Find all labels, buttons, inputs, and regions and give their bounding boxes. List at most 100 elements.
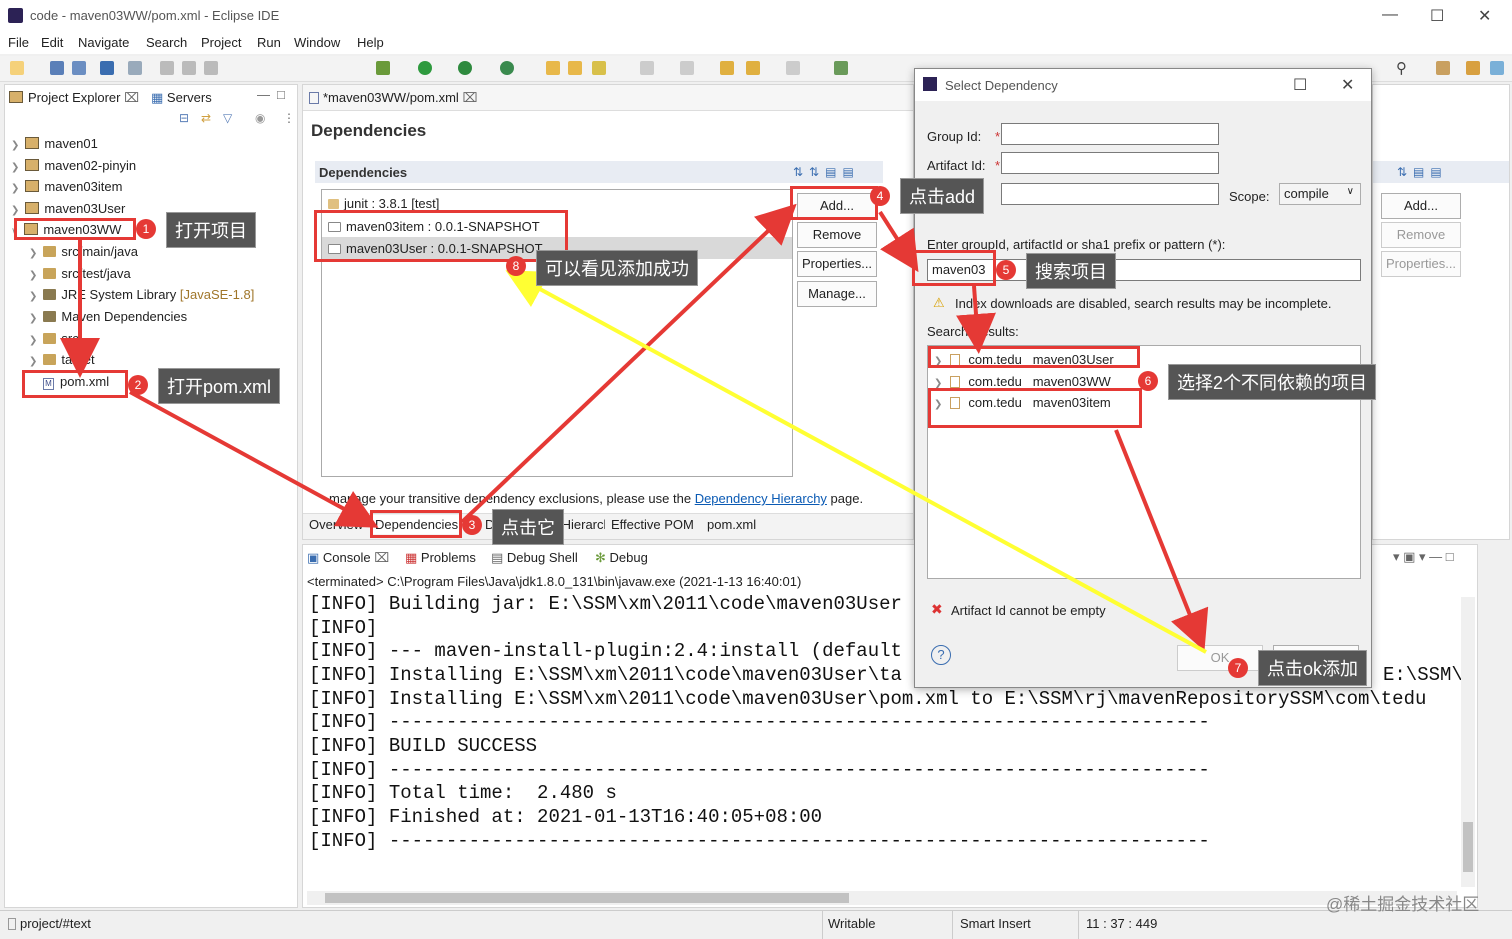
tree-item-src-main[interactable]: ❯ src/main/java: [29, 244, 138, 259]
menu-search[interactable]: Search: [146, 35, 187, 50]
console-line: [INFO] ---------------------------------…: [309, 711, 1210, 733]
tab-servers[interactable]: ▦ Servers: [151, 90, 212, 106]
status-bar: project/#text Writable Smart Insert 11 :…: [0, 910, 1512, 939]
forward-icon[interactable]: [786, 61, 800, 75]
dialog-close-icon[interactable]: ✕: [1341, 75, 1354, 95]
console-line-fragment: E:\SSM\: [1383, 664, 1463, 686]
add-managed-button[interactable]: Add...: [1381, 193, 1461, 219]
status-writable: Writable: [828, 916, 876, 931]
callout-click-add: 点击add: [900, 178, 985, 214]
tree-item-src-test[interactable]: ❯ src/test/java: [29, 266, 131, 281]
exclusions-note: manage your transitive dependency exclus…: [329, 491, 864, 506]
run-icon[interactable]: [418, 61, 432, 75]
step-badge-2: 2: [128, 375, 148, 395]
error-text: Artifact Id cannot be empty: [951, 603, 1106, 618]
tab-debug-shell[interactable]: ▤ Debug Shell: [491, 550, 578, 566]
tree-item-maven-deps[interactable]: ❯ Maven Dependencies: [29, 309, 187, 324]
tree-item-maven03item[interactable]: ❯ maven03item: [11, 179, 122, 194]
step-badge-1: 1: [136, 219, 156, 239]
minimize-view-icon[interactable]: —: [257, 87, 270, 102]
tab-pom-xml[interactable]: pom.xml: [707, 517, 756, 532]
menu-edit[interactable]: Edit: [41, 35, 63, 50]
dependency-hierarchy-link[interactable]: Dependency Hierarchy: [695, 491, 827, 506]
open-task-icon[interactable]: [568, 61, 582, 75]
resume-icon[interactable]: [160, 61, 174, 75]
tree-item-src[interactable]: ❯ src: [29, 331, 79, 346]
dialog-maximize-icon[interactable]: ☐: [1293, 75, 1307, 95]
menu-project[interactable]: Project: [201, 35, 241, 50]
debug-perspective-icon[interactable]: [1490, 61, 1504, 75]
remove-button[interactable]: Remove: [797, 222, 877, 248]
pin-icon[interactable]: [834, 61, 848, 75]
editor-tab[interactable]: *maven03WW/pom.xml ⌧: [309, 90, 477, 106]
artifact-id-field[interactable]: [1001, 152, 1219, 174]
search-icon[interactable]: ⚲: [1396, 59, 1407, 77]
suspend-icon[interactable]: [182, 61, 196, 75]
coverage-icon[interactable]: [458, 61, 472, 75]
debug-shell-icon: ▤: [491, 550, 504, 565]
group-id-field[interactable]: [1001, 123, 1219, 145]
tab-overview[interactable]: Overview: [309, 517, 363, 532]
minimize-icon[interactable]: —: [1382, 6, 1398, 24]
link-editor-icon[interactable]: ⇄: [201, 111, 211, 125]
debug-icon[interactable]: [376, 61, 390, 75]
close-icon[interactable]: ✕: [1478, 6, 1491, 26]
save-all-icon[interactable]: [72, 61, 86, 75]
tab-effective-pom[interactable]: Effective POM: [611, 517, 694, 532]
version-field[interactable]: [1001, 183, 1219, 205]
console-icon: ▣: [307, 550, 320, 565]
result-item[interactable]: ❯ com.tedu maven03WW: [934, 374, 1111, 389]
vertical-scrollbar[interactable]: [1461, 597, 1475, 887]
filter-icon[interactable]: ▽: [223, 111, 232, 125]
close-tab-icon[interactable]: ⌧: [462, 90, 477, 105]
remove-managed-button[interactable]: Remove: [1381, 222, 1461, 248]
search-tool-icon[interactable]: [592, 61, 606, 75]
save-icon[interactable]: [50, 61, 64, 75]
focus-icon[interactable]: ◉: [255, 111, 265, 125]
skip-icon[interactable]: [128, 61, 142, 75]
tree-item-maven02[interactable]: ❯ maven02-pinyin: [11, 158, 136, 173]
folder-icon: [43, 354, 57, 365]
new-icon[interactable]: [10, 61, 24, 75]
tab-problems[interactable]: ▦ Problems: [405, 550, 476, 566]
maximize-icon[interactable]: ☐: [1430, 6, 1444, 26]
menu-help[interactable]: Help: [357, 35, 384, 50]
menu-run[interactable]: Run: [257, 35, 281, 50]
ok-button[interactable]: OK: [1177, 645, 1263, 671]
view-menu-icon[interactable]: ⋮: [283, 111, 295, 125]
menu-navigate[interactable]: Navigate: [78, 35, 129, 50]
tab-debug[interactable]: ✻ Debug: [595, 550, 648, 566]
tab-console[interactable]: ▣ Console ⌧: [307, 550, 389, 566]
tab-project-explorer[interactable]: Project Explorer ⌧: [9, 90, 139, 106]
sort-icons[interactable]: ⇅⇅▤▤: [793, 165, 860, 179]
terminal-icon[interactable]: [100, 61, 114, 75]
step-badge-3: 3: [462, 515, 482, 535]
open-type-icon[interactable]: [546, 61, 560, 75]
tree-item-maven03user[interactable]: ❯ maven03User: [11, 201, 125, 216]
tree-item-target[interactable]: ❯ target: [29, 352, 95, 367]
collapse-all-icon[interactable]: ⊟: [179, 111, 189, 125]
properties-button[interactable]: Properties...: [797, 251, 877, 277]
properties-managed-button[interactable]: Properties...: [1381, 251, 1461, 277]
menu-file[interactable]: File: [8, 35, 29, 50]
open-perspective-icon[interactable]: [1436, 61, 1450, 75]
back-icon[interactable]: [746, 61, 760, 75]
sort-icons[interactable]: ⇅▤▤: [1397, 165, 1448, 179]
window-title: code - maven03WW/pom.xml - Eclipse IDE: [30, 8, 280, 23]
tree-item-maven01[interactable]: ❯ maven01: [11, 136, 98, 151]
stop-icon[interactable]: [204, 61, 218, 75]
last-edit-icon[interactable]: [720, 61, 734, 75]
console-menu-icon[interactable]: ▾ ▣ ▾ — □: [1393, 549, 1454, 565]
scope-select[interactable]: compile ∨: [1279, 183, 1361, 205]
maximize-view-icon[interactable]: □: [277, 87, 285, 102]
tree-item-jre[interactable]: ❯ JRE System Library [JavaSE-1.8]: [29, 287, 254, 302]
horizontal-scrollbar[interactable]: [307, 891, 1457, 905]
prev-annotation-icon[interactable]: [680, 61, 694, 75]
list-item[interactable]: junit : 3.8.1 [test]: [328, 196, 439, 211]
help-icon[interactable]: ?: [931, 645, 951, 665]
manage-button[interactable]: Manage...: [797, 281, 877, 307]
menu-window[interactable]: Window: [294, 35, 340, 50]
next-annotation-icon[interactable]: [640, 61, 654, 75]
java-ee-perspective-icon[interactable]: [1466, 61, 1480, 75]
external-tools-icon[interactable]: [500, 61, 514, 75]
